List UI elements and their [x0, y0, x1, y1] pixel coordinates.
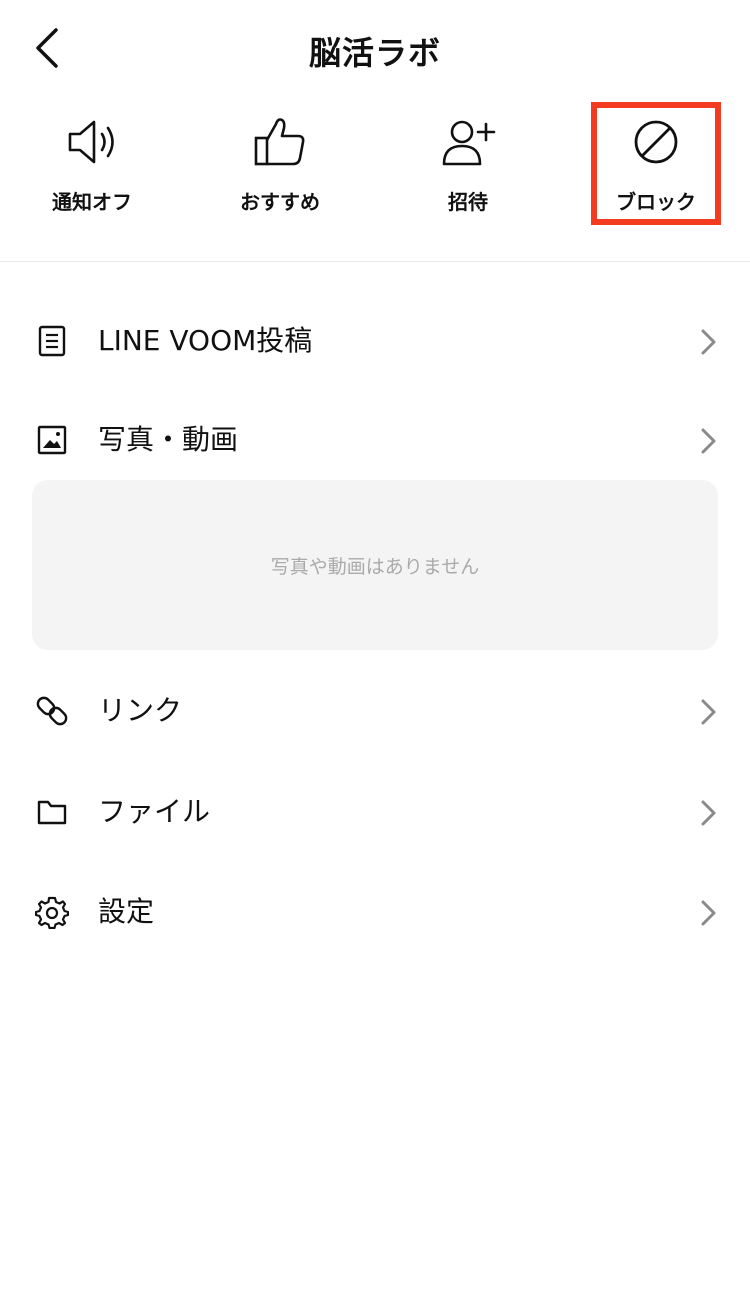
chevron-right-icon — [701, 428, 716, 454]
action-label: おすすめ — [240, 190, 320, 214]
menu-item-media[interactable]: 写真・動画 — [0, 400, 750, 480]
action-label: ブロック — [616, 190, 696, 214]
invite-button[interactable]: 招待 — [398, 110, 538, 230]
header: 脳活ラボ — [0, 0, 750, 100]
document-icon — [34, 323, 70, 359]
recommend-button[interactable]: おすすめ — [210, 110, 350, 230]
page-title: 脳活ラボ — [308, 34, 441, 72]
menu-item-label: ファイル — [98, 795, 211, 828]
chevron-right-icon — [701, 699, 716, 725]
divider — [0, 261, 750, 262]
menu-item-label: 写真・動画 — [98, 423, 239, 456]
menu-item-link[interactable]: リンク — [0, 671, 750, 751]
action-label: 招待 — [448, 190, 488, 214]
gear-icon — [34, 894, 70, 930]
menu-item-file[interactable]: ファイル — [0, 772, 750, 852]
chevron-right-icon — [701, 900, 716, 926]
thumbs-up-icon — [248, 110, 312, 174]
speaker-icon — [60, 110, 124, 174]
media-empty-box: 写真や動画はありません — [32, 480, 718, 650]
menu-item-label: リンク — [98, 694, 183, 727]
menu-item-voom[interactable]: LINE VOOM投稿 — [0, 301, 750, 381]
block-button[interactable]: ブロック — [586, 110, 726, 230]
media-empty-text: 写真や動画はありません — [270, 555, 480, 578]
link-icon — [34, 693, 70, 729]
block-icon — [624, 110, 688, 174]
action-label: 通知オフ — [52, 190, 132, 214]
chevron-right-icon — [701, 800, 716, 826]
folder-icon — [34, 794, 70, 830]
add-person-icon — [436, 110, 500, 174]
action-bar: 通知オフ おすすめ 招待 ブロック — [0, 100, 750, 260]
menu-item-settings[interactable]: 設定 — [0, 872, 750, 952]
menu-item-label: LINE VOOM投稿 — [98, 324, 313, 357]
notification-off-button[interactable]: 通知オフ — [22, 110, 162, 230]
chevron-right-icon — [701, 329, 716, 355]
menu-item-label: 設定 — [98, 895, 155, 928]
image-icon — [34, 422, 70, 458]
